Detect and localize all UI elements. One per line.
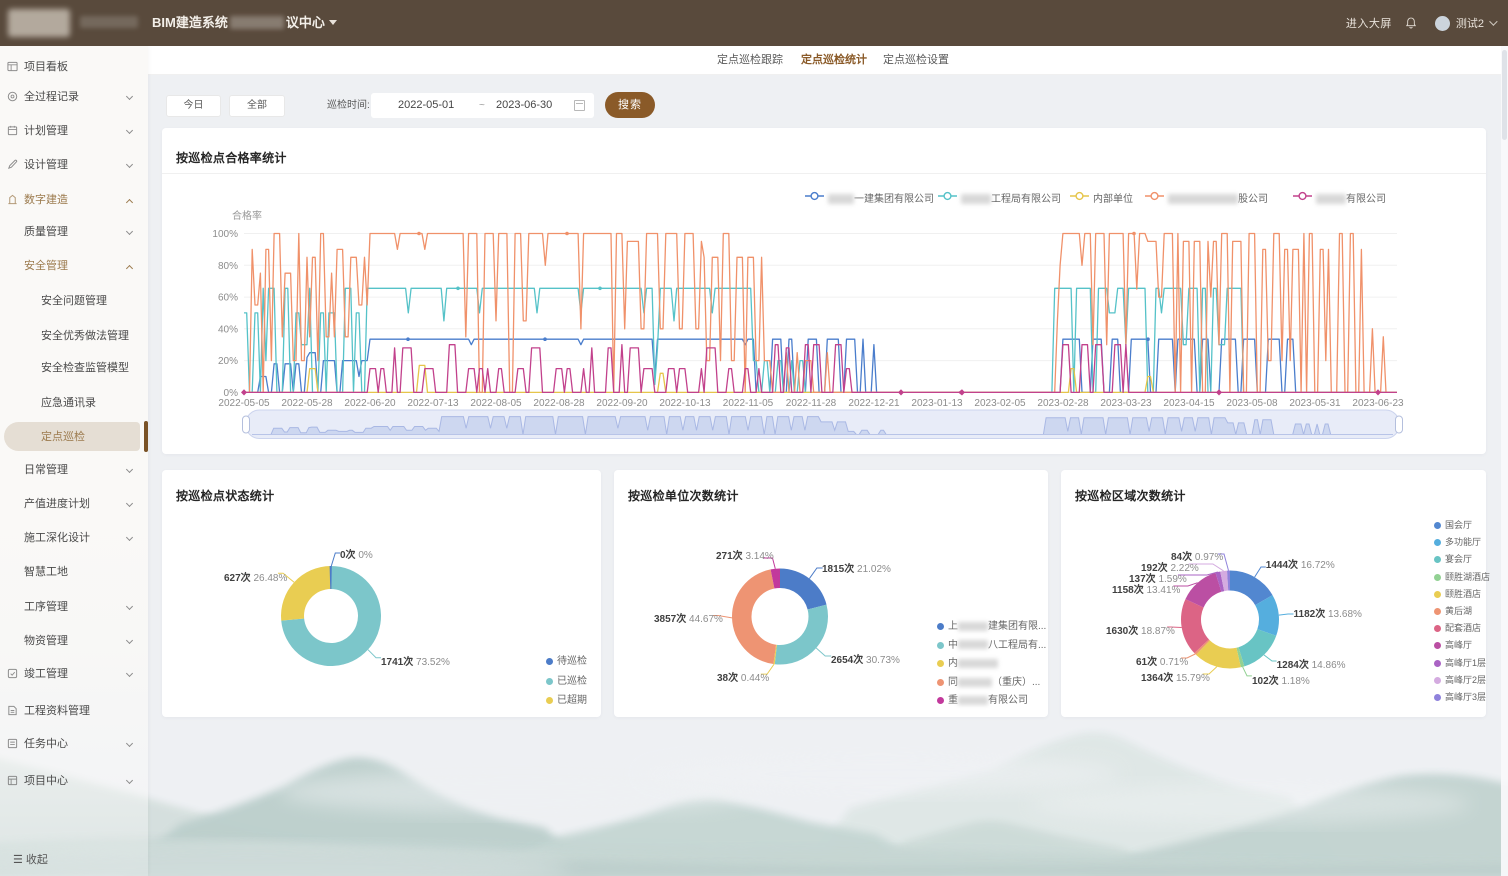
svg-text:2022-08-05: 2022-08-05 — [470, 398, 522, 409]
svg-text:2023-03-23: 2023-03-23 — [1100, 398, 1152, 409]
svg-text:2022-07-13: 2022-07-13 — [407, 398, 459, 409]
svg-text:2023-01-13: 2023-01-13 — [911, 398, 963, 409]
svg-text:2022-10-13: 2022-10-13 — [659, 398, 711, 409]
svg-text:2023-05-08: 2023-05-08 — [1226, 398, 1278, 409]
svg-text:2023-02-28: 2023-02-28 — [1037, 398, 1089, 409]
svg-text:2022-12-21: 2022-12-21 — [848, 398, 900, 409]
svg-text:2022-09-20: 2022-09-20 — [596, 398, 648, 409]
svg-text:2022-06-20: 2022-06-20 — [344, 398, 396, 409]
svg-text:20%: 20% — [218, 356, 238, 367]
svg-text:100%: 100% — [212, 229, 238, 240]
svg-text:60%: 60% — [218, 293, 238, 304]
svg-text:2023-05-31: 2023-05-31 — [1289, 398, 1341, 409]
svg-text:合格率: 合格率 — [232, 209, 262, 222]
svg-text:2022-08-28: 2022-08-28 — [533, 398, 585, 409]
svg-text:40%: 40% — [218, 324, 238, 335]
svg-text:2022-11-28: 2022-11-28 — [786, 398, 837, 409]
svg-text:2022-05-05: 2022-05-05 — [218, 398, 270, 409]
svg-text:2023-02-05: 2023-02-05 — [974, 398, 1026, 409]
svg-text:80%: 80% — [218, 261, 238, 272]
svg-text:2022-05-28: 2022-05-28 — [281, 398, 333, 409]
svg-text:2022-11-05: 2022-11-05 — [723, 398, 774, 409]
svg-text:2023-06-23: 2023-06-23 — [1352, 398, 1404, 409]
svg-text:2023-04-15: 2023-04-15 — [1163, 398, 1215, 409]
